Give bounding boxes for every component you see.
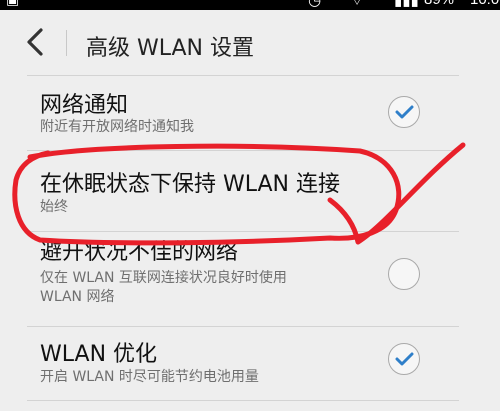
status-bar: ▣ ◷ ⌔ ▮▮▮ 89% 10:00 xyxy=(0,0,500,10)
setting-title: 在休眠状态下保持 WLAN 连接 xyxy=(40,172,341,197)
chevron-left-icon xyxy=(27,28,43,56)
setting-subtitle: 开启 WLAN 时尽可能节约电池用量 xyxy=(40,369,259,385)
back-button[interactable] xyxy=(22,24,50,60)
setting-network-notification[interactable]: 网络通知 附近有开放网络时通知我 xyxy=(0,76,500,150)
checkbox-wlan-optimization[interactable] xyxy=(388,343,420,375)
checkbox-avoid-poor-networks[interactable] xyxy=(388,258,420,290)
setting-subtitle: 附近有开放网络时通知我 xyxy=(40,119,194,135)
divider xyxy=(27,400,459,401)
action-bar: 高级 WLAN 设置 xyxy=(0,10,500,76)
page-title: 高级 WLAN 设置 xyxy=(86,36,255,61)
alarm-icon: ◷ xyxy=(308,0,322,9)
setting-avoid-poor-networks[interactable]: 避开状况不佳的网络 仅在 WLAN 互联网连接状况良好时使用 WLAN 网络 xyxy=(0,232,500,326)
checkbox-network-notification[interactable] xyxy=(388,96,420,128)
setting-value: 始终 xyxy=(40,199,68,215)
screenshot-icon: ▣ xyxy=(6,0,20,8)
clock-label: 10:00 xyxy=(470,0,500,8)
wifi-icon: ⌔ xyxy=(350,0,365,9)
setting-title: 网络通知 xyxy=(40,93,129,118)
setting-subtitle-line2: WLAN 网络 xyxy=(40,289,115,305)
setting-subtitle-line1: 仅在 WLAN 互联网连接状况良好时使用 xyxy=(40,270,287,286)
check-icon xyxy=(395,352,414,366)
setting-keep-wlan-during-sleep[interactable]: 在休眠状态下保持 WLAN 连接 始终 xyxy=(0,151,500,231)
signal-icon: ▮▮▮ xyxy=(394,0,419,9)
setting-title: 避开状况不佳的网络 xyxy=(40,240,239,265)
title-separator xyxy=(66,30,67,56)
check-icon xyxy=(395,105,414,119)
battery-label: 89% xyxy=(424,0,454,8)
setting-wlan-optimization[interactable]: WLAN 优化 开启 WLAN 时尽可能节约电池用量 xyxy=(0,327,500,401)
setting-title: WLAN 优化 xyxy=(40,342,158,367)
